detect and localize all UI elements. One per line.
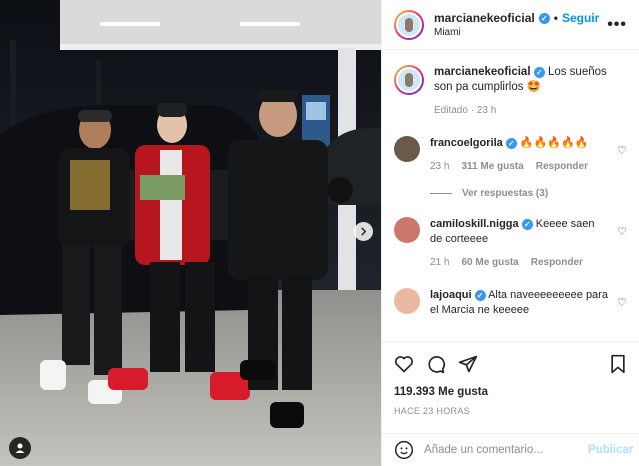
comment-item: camiloskill.nigga ✓ Keeee saen de cortee… — [394, 217, 627, 270]
verified-badge-icon: ✓ — [521, 219, 533, 230]
caption-username[interactable]: marcianekeoficial — [434, 66, 531, 78]
author-username[interactable]: marcianekeoficial — [434, 11, 535, 25]
header-text: marcianekeoficial ✓ • Seguir Miami — [434, 11, 607, 38]
reply-button[interactable]: Responder — [536, 159, 588, 174]
photo-scene — [0, 0, 381, 466]
share-icon[interactable] — [458, 354, 478, 374]
commenter-avatar[interactable] — [394, 136, 420, 162]
post-photo[interactable] — [0, 0, 381, 466]
comments-section: marcianekeoficial ✓ Los sueños son pa cu… — [382, 51, 639, 341]
likes-count[interactable]: 119.393 Me gusta — [394, 386, 627, 398]
user-tag-icon — [15, 443, 25, 453]
user-tags-button[interactable] — [9, 437, 31, 459]
comment-meta: 21 h 60 Me gusta Responder — [430, 255, 609, 270]
separator-dot: • — [553, 11, 558, 25]
comment-likes[interactable]: 311 Me gusta — [461, 159, 523, 174]
author-avatar[interactable] — [394, 9, 424, 40]
verified-badge-icon: ✓ — [474, 290, 486, 301]
post-header: marcianekeoficial ✓ • Seguir Miami ••• — [382, 0, 639, 50]
comment-like-heart-icon[interactable]: ♡ — [617, 144, 627, 157]
emoji-icon[interactable] — [394, 440, 414, 460]
more-options-button[interactable]: ••• — [607, 16, 627, 34]
username-row: marcianekeoficial ✓ • Seguir — [434, 11, 607, 25]
verified-badge-icon: ✓ — [505, 138, 517, 149]
commenter-username[interactable]: camiloskill.nigga — [430, 218, 519, 230]
verified-badge-icon: ✓ — [538, 12, 550, 24]
comment-meta: 23 h 311 Me gusta Responder — [430, 159, 609, 174]
comment-like-heart-icon[interactable]: ♡ — [617, 225, 627, 238]
follow-button[interactable]: Seguir — [562, 11, 599, 25]
comment-item: francoelgorila ✓ 🔥🔥🔥🔥🔥 23 h 311 Me gusta… — [394, 136, 627, 174]
caption-author-avatar[interactable] — [394, 65, 424, 95]
comment-body: camiloskill.nigga ✓ Keeee saen de cortee… — [430, 217, 627, 270]
caption-meta: Editado · 23 h — [434, 105, 497, 116]
view-replies-button[interactable]: Ver respuestas (3) — [430, 188, 627, 199]
comment-icon[interactable] — [426, 354, 446, 374]
comment-body: lajoaqui ✓ Alta naveeeeeeeee para el Mar… — [430, 288, 627, 318]
add-comment-bar: Publicar — [382, 433, 639, 466]
comment-time: 21 h — [430, 257, 450, 268]
view-replies-label: Ver respuestas (3) — [462, 188, 549, 199]
caption-body: marcianekeoficial ✓ Los sueños son pa cu… — [434, 65, 627, 118]
post-location[interactable]: Miami — [434, 27, 607, 38]
action-icons — [394, 352, 627, 376]
comment-time: 23 h — [430, 161, 450, 172]
comment-text: 🔥🔥🔥🔥🔥 — [519, 137, 589, 149]
replies-divider — [430, 193, 452, 194]
comment-like-heart-icon[interactable]: ♡ — [617, 296, 627, 309]
comment-input[interactable] — [424, 444, 578, 456]
comment-likes[interactable]: 60 Me gusta — [461, 255, 518, 270]
commenter-username[interactable]: francoelgorila — [430, 137, 503, 149]
commenter-username[interactable]: lajoaqui — [430, 289, 472, 301]
commenter-avatar[interactable] — [394, 288, 420, 314]
bookmark-icon[interactable] — [609, 354, 627, 374]
carousel-next-button[interactable] — [354, 222, 373, 241]
heart-icon[interactable] — [394, 354, 414, 374]
chevron-right-icon — [361, 227, 367, 236]
post-details-panel: marcianekeoficial ✓ • Seguir Miami ••• m… — [381, 0, 639, 466]
comment-body: francoelgorila ✓ 🔥🔥🔥🔥🔥 23 h 311 Me gusta… — [430, 136, 627, 174]
comment-item: lajoaqui ✓ Alta naveeeeeeeee para el Mar… — [394, 288, 627, 318]
post-time: HACE 23 HORAS — [394, 406, 470, 416]
post-caption: marcianekeoficial ✓ Los sueños son pa cu… — [394, 65, 627, 118]
post-actions: 119.393 Me gusta HACE 23 HORAS — [382, 341, 639, 416]
reply-button[interactable]: Responder — [531, 255, 583, 270]
commenter-avatar[interactable] — [394, 217, 420, 243]
verified-badge-icon: ✓ — [533, 67, 545, 78]
post-comment-button[interactable]: Publicar — [588, 444, 633, 456]
